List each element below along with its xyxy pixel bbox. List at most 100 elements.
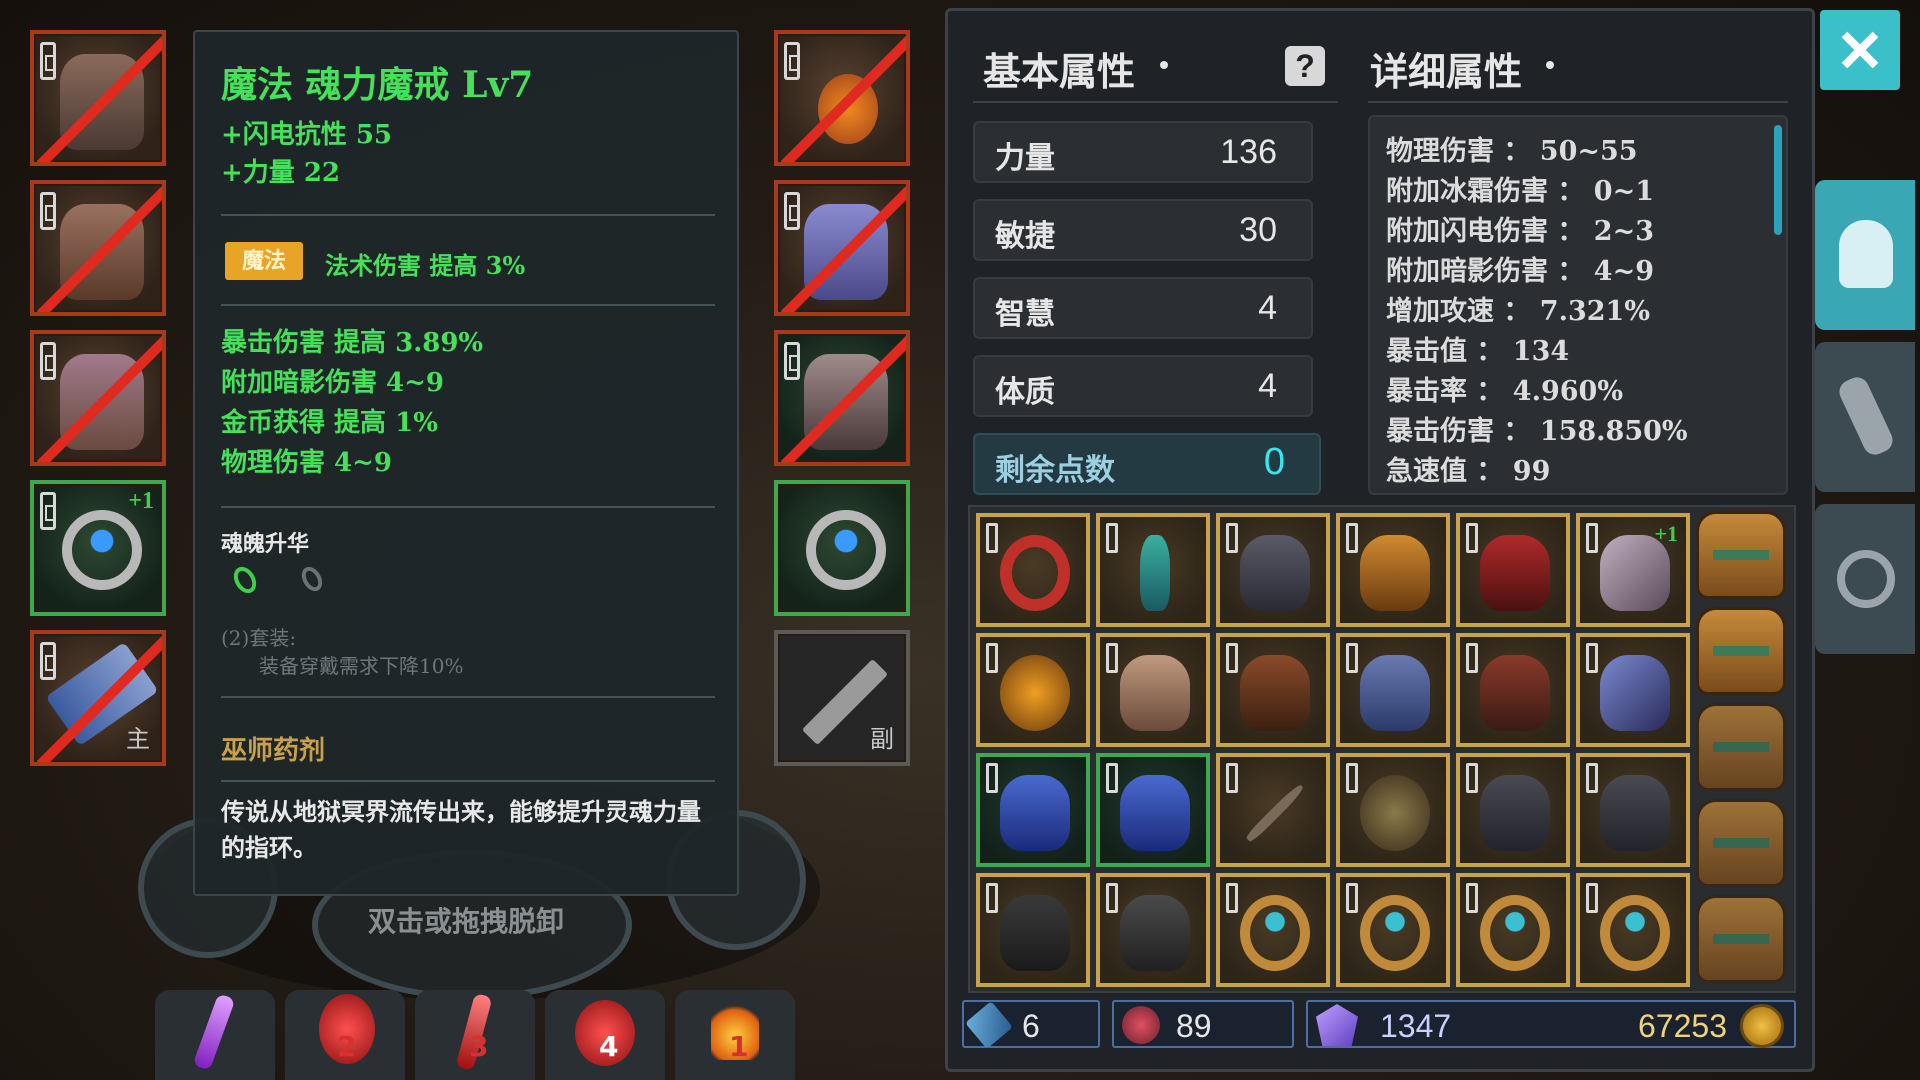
inventory-slot-helmet[interactable] [1456, 633, 1570, 747]
equip-slot-boots[interactable] [774, 330, 910, 466]
inventory-slot-ring-2[interactable] [1216, 873, 1330, 987]
tab-settings[interactable] [1815, 504, 1915, 654]
inventory-slot-ring-5[interactable] [1576, 873, 1690, 987]
bag-tab-1-icon[interactable] [1696, 511, 1786, 599]
gauntlet-icon [1240, 535, 1310, 611]
dark-boots-icon [1600, 775, 1670, 851]
stat-value: 30 [1239, 211, 1277, 249]
target-icon [1837, 550, 1895, 608]
scrollbar[interactable] [1774, 125, 1782, 235]
inventory-slot-pants[interactable] [976, 873, 1090, 987]
lock-icon [1466, 523, 1478, 553]
gem-ring-icon [1480, 895, 1550, 971]
inventory-slot-amulet-2[interactable] [1336, 513, 1450, 627]
quick-slot-3[interactable]: 3 [415, 990, 535, 1080]
detail-stat: 附加暗影伤害 ： 4~9 [1386, 256, 1654, 287]
stat-wisdom: 智慧 4 [973, 277, 1313, 339]
inventory-slot-ring-3[interactable] [1336, 873, 1450, 987]
basic-stats-tab[interactable]: 基本属性 [983, 41, 1135, 96]
lock-icon [1346, 883, 1358, 913]
character-panel: 基本属性 ? 详细属性 力量 136 敏捷 30 智慧 4 体质 4 剩余点数 0 物理伤… [945, 8, 1815, 1072]
helmet-icon [1839, 220, 1893, 288]
equip-slot-off-hand[interactable]: 副 [774, 630, 910, 766]
quick-slot-4[interactable]: 4 [545, 990, 665, 1080]
demon-helmet-icon [1480, 655, 1550, 731]
inventory-slot-boots[interactable] [1096, 633, 1210, 747]
detail-stat: 暴击率 ： 4.960% [1386, 376, 1624, 407]
magic-effect: 法术伤害 提高 3% [325, 251, 526, 280]
equip-slot-main-weapon[interactable]: 主 [30, 630, 166, 766]
glove-icon [1835, 373, 1897, 459]
divider [221, 506, 715, 508]
stat-label: 智慧 [995, 297, 1055, 332]
inventory-slot-spear[interactable] [1216, 753, 1330, 867]
magic-badge: 魔法 [225, 242, 303, 280]
help-icon[interactable]: ? [1285, 46, 1325, 86]
purple-potion-icon [192, 993, 236, 1071]
inventory-grid: +1 [968, 505, 1796, 993]
inventory-slot-ring[interactable] [976, 513, 1090, 627]
close-button[interactable] [1820, 10, 1900, 90]
lock-icon [1106, 763, 1118, 793]
quick-slot-1[interactable] [155, 990, 275, 1080]
detailed-stats-tab[interactable]: 详细属性 [1370, 41, 1522, 96]
inventory-slot-claw[interactable]: +1 [1576, 513, 1690, 627]
quick-slot-5[interactable]: 1 [675, 990, 795, 1080]
equip-slot-amulet[interactable] [774, 30, 910, 166]
inventory-slot-armor[interactable] [1456, 513, 1570, 627]
tab-skills[interactable] [1815, 342, 1915, 492]
soul-gem-active-icon [229, 562, 261, 598]
remaining-points: 剩余点数 0 [973, 433, 1321, 495]
inventory-slot-ring-4[interactable] [1456, 873, 1570, 987]
detail-stat: 暴击伤害 ： 158.850% [1386, 416, 1688, 447]
dark-boots-icon [1480, 775, 1550, 851]
inventory-slot-armor-2[interactable] [1216, 633, 1330, 747]
inventory-slot-amulet[interactable] [1096, 513, 1210, 627]
inventory-slot-robe[interactable] [1336, 633, 1450, 747]
gold-ring-icon [1000, 535, 1070, 611]
upgrade-level: +1 [128, 488, 154, 514]
blue-claw-icon [1600, 655, 1670, 731]
equip-slot-gloves[interactable] [774, 180, 910, 316]
quick-slot-number: 2 [337, 1030, 357, 1063]
round-amulet-icon [1000, 655, 1070, 731]
quick-slot-number: 3 [469, 1030, 489, 1063]
affix-line: 物理伤害 4~9 [221, 448, 393, 478]
disabled-mark-icon [34, 34, 162, 162]
inventory-slot-amulet-4[interactable] [1336, 753, 1450, 867]
disabled-mark-icon [778, 334, 906, 462]
flavor-text: 传说从地狱冥界流传出来，能够提升灵魂力量的指环。 [221, 797, 701, 862]
lock-icon [1586, 643, 1598, 673]
quick-slot-2[interactable]: 2 [285, 990, 405, 1080]
bag-tab-5-icon[interactable] [1696, 895, 1786, 983]
inventory-slot-amulet-3[interactable] [976, 633, 1090, 747]
soul-gems-count: 89 [1176, 1008, 1212, 1044]
bag-tab-4-icon[interactable] [1696, 799, 1786, 887]
equip-slot-pants[interactable] [30, 330, 166, 466]
inventory-slot-boots-2[interactable] [1456, 753, 1570, 867]
affix-line: 暴击伤害 提高 3.89% [221, 328, 484, 358]
inventory-slot-boots-3[interactable] [1576, 753, 1690, 867]
bag-tab-2-icon[interactable] [1696, 607, 1786, 695]
lock-icon [986, 763, 998, 793]
lock-icon [1586, 883, 1598, 913]
stat-value: 4 [1258, 289, 1277, 327]
detailed-stats-list[interactable]: 物理伤害 ： 50~55 附加冰霜伤害 ： 0~1 附加闪电伤害 ： 2~3 附… [1368, 115, 1788, 495]
tab-equipment[interactable] [1815, 180, 1915, 330]
dropdown-arrow-icon [1160, 61, 1168, 69]
stat-value: 4 [1258, 367, 1277, 405]
equip-slot-helmet[interactable] [30, 30, 166, 166]
inventory-slot-shield[interactable] [976, 753, 1090, 867]
inventory-slot-claw-2[interactable] [1576, 633, 1690, 747]
detail-stat: 附加闪电伤害 ： 2~3 [1386, 216, 1654, 247]
unequip-hint: 双击或拖拽脱卸 [368, 905, 565, 938]
inventory-slot-gloves[interactable] [1216, 513, 1330, 627]
equip-slot-armor[interactable] [30, 180, 166, 316]
gem-ring-icon [1240, 895, 1310, 971]
equip-slot-ring-left[interactable]: +1 [30, 480, 166, 616]
inventory-slot-armor-3[interactable] [1096, 873, 1210, 987]
bag-tab-3-icon[interactable] [1696, 703, 1786, 791]
equip-slot-ring-right[interactable] [774, 480, 910, 616]
inventory-slot-shield-2[interactable] [1096, 753, 1210, 867]
keys-counter: 6 [962, 1000, 1100, 1049]
